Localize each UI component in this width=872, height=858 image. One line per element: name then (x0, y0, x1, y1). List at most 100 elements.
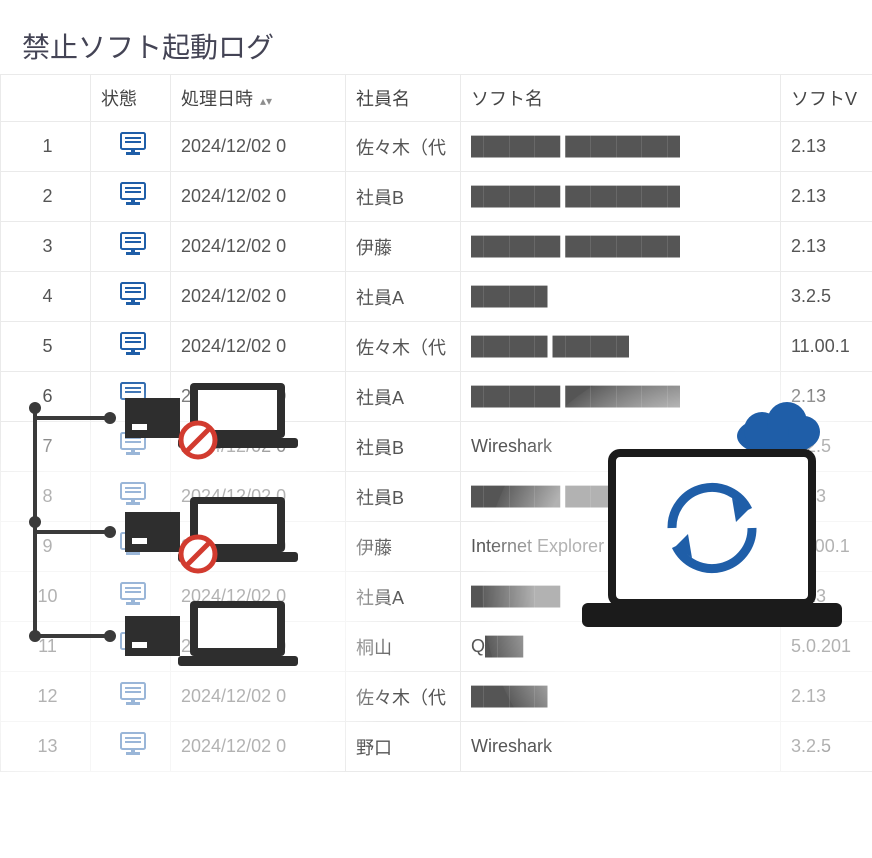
monitor-icon (101, 682, 164, 706)
software-cell: ██████ (461, 672, 781, 722)
monitor-icon (101, 332, 164, 356)
row-number: 8 (1, 472, 91, 522)
row-number: 3 (1, 222, 91, 272)
status-cell (91, 572, 171, 622)
status-cell (91, 622, 171, 672)
status-cell (91, 272, 171, 322)
col-employee[interactable]: 社員名 (346, 75, 461, 122)
employee-cell: 野口 (346, 722, 461, 772)
row-number: 5 (1, 322, 91, 372)
version-cell: 2.13 (781, 222, 872, 272)
employee-cell: 桐山 (346, 622, 461, 672)
employee-cell: 社員B (346, 472, 461, 522)
status-cell (91, 122, 171, 172)
table-row[interactable]: 13 2024/12/02 0 野口 Wireshark 3.2.5 (1, 722, 872, 772)
monitor-icon (101, 282, 164, 306)
datetime-cell: 2024/12/02 0 (171, 722, 346, 772)
table-row[interactable]: 2 2024/12/02 0 社員B ███████ █████████ 2.1… (1, 172, 872, 222)
row-number: 9 (1, 522, 91, 572)
software-cell: ███████ █████████ (461, 122, 781, 172)
datetime-cell: 2024/12/02 0 (171, 122, 346, 172)
col-rownum[interactable] (1, 75, 91, 122)
col-status[interactable]: 状態 (91, 75, 171, 122)
employee-cell: 社員A (346, 372, 461, 422)
datetime-cell: 2024/12/02 0 (171, 372, 346, 422)
sort-indicator-icon: ▴▾ (260, 94, 272, 108)
datetime-cell: 2024/12/02 0 (171, 572, 346, 622)
employee-cell: 伊藤 (346, 222, 461, 272)
version-cell: 2.13 (781, 172, 872, 222)
datetime-cell: 2024/12/02 0 (171, 172, 346, 222)
status-cell (91, 472, 171, 522)
row-number: 6 (1, 372, 91, 422)
monitor-icon (101, 482, 164, 506)
table-row[interactable]: 9 2024/12/02 0 伊藤 Internet Explorer 11.0… (1, 522, 872, 572)
table-row[interactable]: 10 2024/12/02 0 社員A ███████ 2.13 (1, 572, 872, 622)
version-cell: 2.13 (781, 122, 872, 172)
status-cell (91, 172, 171, 222)
table-row[interactable]: 4 2024/12/02 0 社員A ██████ 3.2.5 (1, 272, 872, 322)
monitor-icon (101, 632, 164, 656)
version-cell: 2.13 (781, 672, 872, 722)
version-cell: 3.2.5 (781, 422, 872, 472)
monitor-icon (101, 732, 164, 756)
version-cell: 11.00.1 (781, 322, 872, 372)
employee-cell: 伊藤 (346, 522, 461, 572)
col-datetime[interactable]: 処理日時 ▴▾ (171, 75, 346, 122)
datetime-cell: 2024/12/02 0 (171, 322, 346, 372)
employee-cell: 佐々木（代 (346, 672, 461, 722)
version-cell: 5.0.201 (781, 622, 872, 672)
col-software[interactable]: ソフト名 (461, 75, 781, 122)
monitor-icon (101, 182, 164, 206)
monitor-icon (101, 232, 164, 256)
status-cell (91, 322, 171, 372)
table-row[interactable]: 6 2024/12/02 0 社員A ███████ █████████ 2.1… (1, 372, 872, 422)
software-cell: ███████ █████████ (461, 472, 781, 522)
datetime-cell: 2024/12/02 0 (171, 472, 346, 522)
monitor-icon (101, 382, 164, 406)
status-cell (91, 372, 171, 422)
monitor-icon (101, 532, 164, 556)
row-number: 2 (1, 172, 91, 222)
employee-cell: 社員A (346, 272, 461, 322)
datetime-cell: 2024/12/02 0 (171, 522, 346, 572)
table-row[interactable]: 1 2024/12/02 0 佐々木（代 ███████ █████████ 2… (1, 122, 872, 172)
employee-cell: 佐々木（代 (346, 322, 461, 372)
software-cell: ███████ █████████ (461, 372, 781, 422)
software-cell: ███████ (461, 572, 781, 622)
table-row[interactable]: 7 2024/12/02 0 社員B Wireshark 3.2.5 (1, 422, 872, 472)
employee-cell: 社員B (346, 422, 461, 472)
employee-cell: 社員A (346, 572, 461, 622)
software-cell: ██████ (461, 272, 781, 322)
table-row[interactable]: 3 2024/12/02 0 伊藤 ███████ █████████ 2.13 (1, 222, 872, 272)
version-cell: 2.13 (781, 372, 872, 422)
log-table: 状態 処理日時 ▴▾ 社員名 ソフト名 ソフトV 1 2024/12/02 0 … (0, 74, 872, 772)
row-number: 12 (1, 672, 91, 722)
table-row[interactable]: 5 2024/12/02 0 佐々木（代 ██████ ██████ 11.00… (1, 322, 872, 372)
software-cell: Wireshark (461, 422, 781, 472)
software-cell: ███████ █████████ (461, 172, 781, 222)
table-row[interactable]: 8 2024/12/02 0 社員B ███████ █████████ 2.1… (1, 472, 872, 522)
datetime-cell: 2024/12/02 0 (171, 622, 346, 672)
software-cell: ██████ ██████ (461, 322, 781, 372)
table-row[interactable]: 11 2024/12/02 0 桐山 Q███ 5.0.201 (1, 622, 872, 672)
row-number: 10 (1, 572, 91, 622)
col-version[interactable]: ソフトV (781, 75, 872, 122)
row-number: 7 (1, 422, 91, 472)
datetime-cell: 2024/12/02 0 (171, 672, 346, 722)
version-cell: 11.00.1 (781, 522, 872, 572)
status-cell (91, 672, 171, 722)
monitor-icon (101, 132, 164, 156)
version-cell: 2.13 (781, 472, 872, 522)
row-number: 1 (1, 122, 91, 172)
software-cell: Internet Explorer (461, 522, 781, 572)
status-cell (91, 522, 171, 572)
software-cell: ███████ █████████ (461, 222, 781, 272)
status-cell (91, 722, 171, 772)
software-cell: Q███ (461, 622, 781, 672)
monitor-icon (101, 432, 164, 456)
status-cell (91, 222, 171, 272)
employee-cell: 佐々木（代 (346, 122, 461, 172)
row-number: 4 (1, 272, 91, 322)
table-row[interactable]: 12 2024/12/02 0 佐々木（代 ██████ 2.13 (1, 672, 872, 722)
